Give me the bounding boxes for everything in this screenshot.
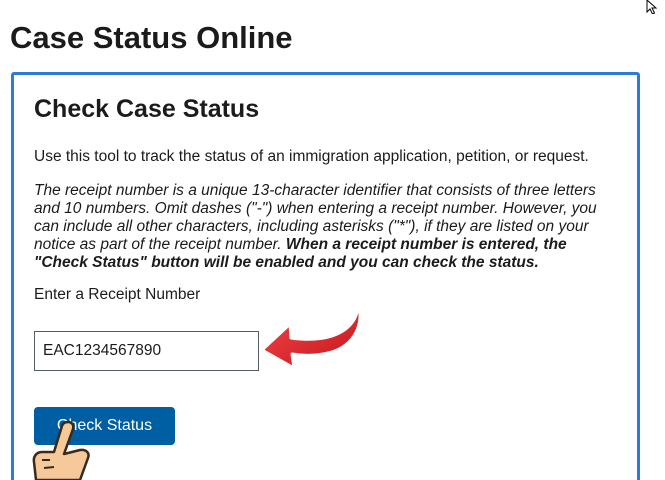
receipt-number-note: The receipt number is a unique 13-charac… <box>34 182 624 272</box>
check-case-status-card: Check Case Status Use this tool to track… <box>11 72 640 480</box>
receipt-number-label: Enter a Receipt Number <box>34 286 201 303</box>
card-title: Check Case Status <box>34 95 260 123</box>
red-curved-arrow-icon <box>260 302 362 370</box>
pointing-hand-icon <box>32 420 90 480</box>
mouse-cursor-icon <box>646 0 658 14</box>
page: Case Status Online Check Case Status Use… <box>0 0 665 480</box>
receipt-number-input[interactable] <box>34 331 259 371</box>
page-title: Case Status Online <box>10 20 293 55</box>
intro-text: Use this tool to track the status of an … <box>34 148 589 165</box>
